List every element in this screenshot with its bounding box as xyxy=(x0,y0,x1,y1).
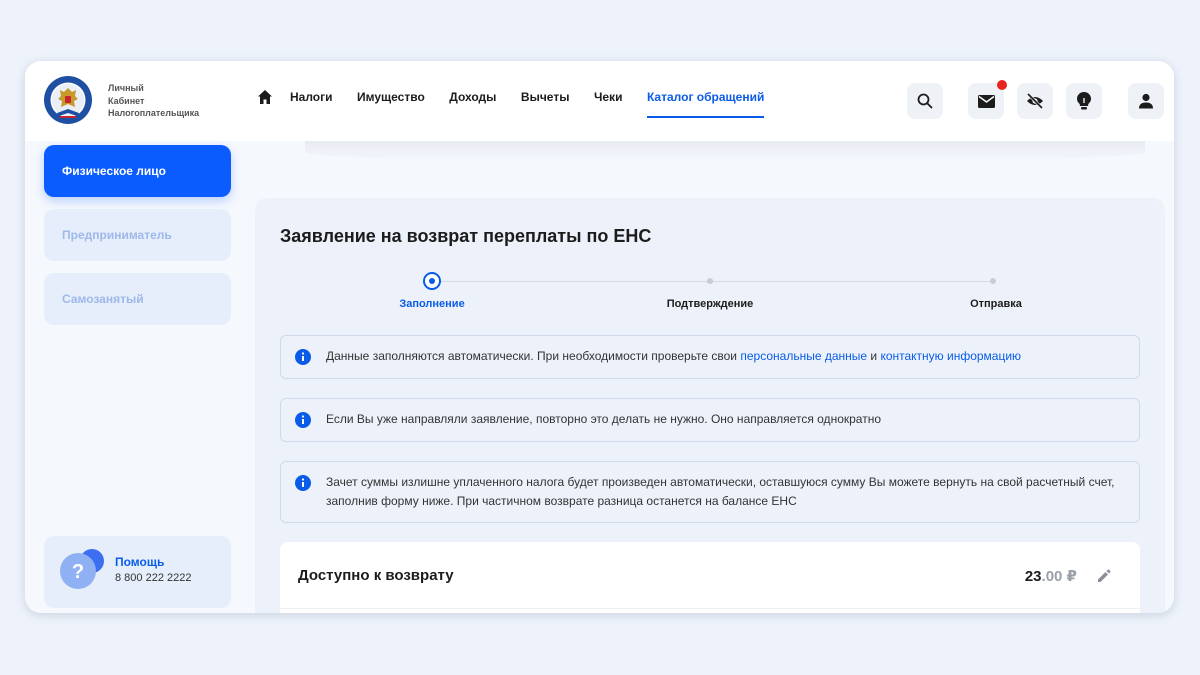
sidebar-item-self-employed[interactable]: Самозанятый xyxy=(44,273,231,325)
divider xyxy=(280,608,1140,609)
home-icon[interactable] xyxy=(257,89,273,105)
main-panel: Заявление на возврат переплаты по ЕНС За… xyxy=(255,198,1165,613)
tips-button[interactable] xyxy=(1066,83,1102,119)
header: Личный Кабинет Налогоплательщика Налоги … xyxy=(25,61,1174,141)
step-fill-indicator xyxy=(423,272,441,290)
mail-icon xyxy=(977,94,995,108)
info-text: Зачет суммы излишне уплаченного налога б… xyxy=(326,475,1115,508)
info-icon xyxy=(295,349,311,365)
info-text: Данные заполняются автоматически. При не… xyxy=(326,347,1123,366)
nav-catalog[interactable]: Каталог обращений xyxy=(646,90,765,118)
step-confirm-label: Подтверждение xyxy=(666,298,754,310)
nav-income[interactable]: Доходы xyxy=(449,90,496,104)
pencil-icon[interactable] xyxy=(1096,568,1112,584)
refund-amount-cents: .00 ₽ xyxy=(1041,568,1077,585)
header-shadow xyxy=(305,141,1145,163)
brand-line: Личный xyxy=(108,83,144,93)
app-window: Личный Кабинет Налогоплательщика Налоги … xyxy=(25,61,1174,613)
help-card[interactable]: ? Помощь 8 800 222 2222 xyxy=(44,536,231,608)
profile-button[interactable] xyxy=(1128,83,1164,119)
step-send-label: Отправка xyxy=(970,298,1022,310)
sidebar-item-entrepreneur[interactable]: Предприниматель xyxy=(44,209,231,261)
help-title: Помощь xyxy=(115,555,165,569)
step-fill-label: Заполнение xyxy=(399,298,465,310)
info-banner-auto: Данные заполняются автоматически. При не… xyxy=(280,335,1140,379)
messages-button[interactable] xyxy=(968,80,1007,119)
help-question-icon: ? xyxy=(60,549,104,589)
svg-text:?: ? xyxy=(72,561,84,583)
brand-line: Кабинет xyxy=(108,95,145,106)
help-phone: 8 800 222 2222 xyxy=(115,572,192,584)
nav-receipts[interactable]: Чеки xyxy=(594,90,623,104)
search-icon xyxy=(917,93,933,109)
refund-amount: 23.00 ₽ xyxy=(1025,567,1077,585)
info-text-part: Данные заполняются автоматически. При не… xyxy=(326,349,741,363)
eye-off-icon xyxy=(1026,93,1044,109)
nav-property[interactable]: Имущество xyxy=(357,90,425,104)
main-nav: Налоги Имущество Доходы Вычеты Чеки Ката… xyxy=(257,89,789,118)
page-title: Заявление на возврат переплаты по ЕНС xyxy=(280,226,652,246)
lightbulb-icon xyxy=(1077,92,1091,110)
refund-amount-whole: 23 xyxy=(1024,568,1042,585)
info-text: Если Вы уже направляли заявление, повтор… xyxy=(326,412,881,426)
info-banner-offset: Зачет суммы излишне уплаченного налога б… xyxy=(280,461,1140,523)
stepper-line xyxy=(710,281,993,282)
info-icon xyxy=(295,475,311,491)
nav-deductions[interactable]: Вычеты xyxy=(521,90,570,104)
notification-dot xyxy=(997,80,1007,90)
brand-text: Личный Кабинет Налогоплательщика xyxy=(108,82,199,120)
search-button[interactable] xyxy=(907,83,943,119)
fns-logo[interactable] xyxy=(43,75,93,125)
user-icon xyxy=(1139,93,1153,109)
refund-card: Доступно к возврату 23.00 ₽ xyxy=(280,542,1140,613)
step-send-dot xyxy=(990,278,996,284)
personal-data-link[interactable]: персональные данные xyxy=(740,349,867,363)
accessibility-button[interactable] xyxy=(1017,83,1053,119)
refund-title: Доступно к возврату xyxy=(298,567,454,584)
info-text-part: и xyxy=(867,349,881,363)
brand-line: Налогоплательщика xyxy=(108,108,200,118)
sidebar-item-individual[interactable]: Физическое лицо xyxy=(44,145,231,197)
info-banner-once: Если Вы уже направляли заявление, повтор… xyxy=(280,398,1140,442)
nav-taxes[interactable]: Налоги xyxy=(290,90,333,104)
info-icon xyxy=(295,412,311,428)
contact-info-link[interactable]: контактную информацию xyxy=(880,349,1021,363)
step-confirm-dot xyxy=(707,278,713,284)
